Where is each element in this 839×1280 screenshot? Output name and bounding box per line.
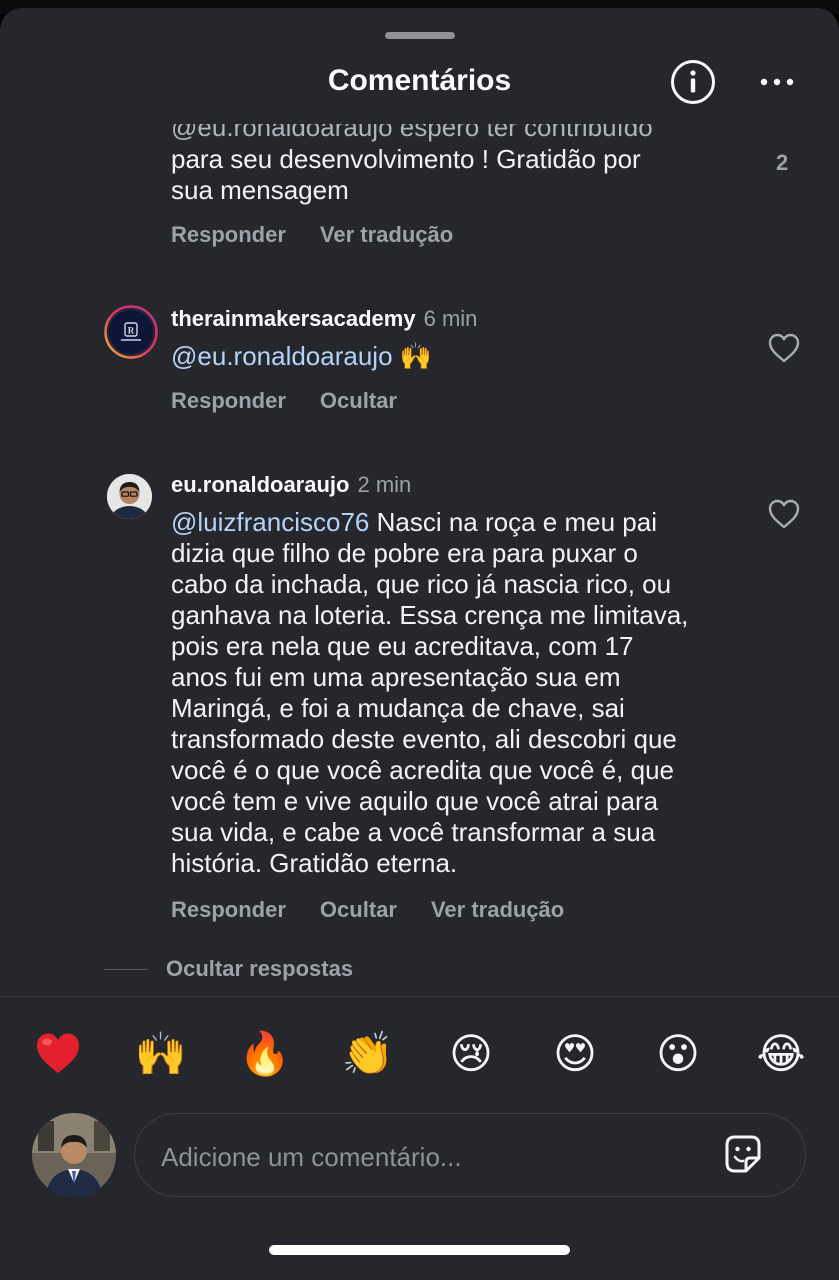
sheet-grabber[interactable]: [385, 32, 455, 39]
comment-input[interactable]: [159, 1136, 703, 1178]
comment-text-line: transformado deste evento, ali descobri …: [171, 724, 677, 754]
comment-actions: Responder Ver tradução: [171, 222, 453, 248]
sticker-icon[interactable]: [719, 1131, 767, 1179]
reply-button[interactable]: Responder: [171, 222, 286, 248]
username[interactable]: therainmakersacademy: [171, 306, 416, 332]
comment-header: eu.ronaldoaraujo 2 min: [171, 472, 411, 498]
like-count[interactable]: 2: [776, 150, 788, 176]
comment-composer: [134, 1113, 806, 1197]
comment-text-line: cabo da inchada, que rico já nascia rico…: [171, 569, 672, 599]
comment-actions: Responder Ocultar Ver tradução: [171, 897, 564, 923]
hide-replies-label: Ocultar respostas: [166, 956, 354, 981]
hide-button[interactable]: Ocultar: [320, 897, 397, 923]
reply-button[interactable]: Responder: [171, 897, 286, 923]
comment-text-line: dizia que filho de pobre era para puxar …: [171, 538, 638, 568]
comment-text-partial: @eu.ronaldoaraujo espero ter contribuído: [171, 124, 653, 142]
avatar[interactable]: [107, 474, 152, 519]
laughing-emoji-button[interactable]: 😂: [753, 1026, 809, 1082]
comment-text-line: sua mensagem: [171, 175, 349, 205]
comment-text-line: ganhava na loteria. Essa crença me limit…: [171, 600, 689, 630]
reply-button[interactable]: Responder: [171, 388, 286, 414]
more-horizontal-icon[interactable]: [756, 66, 798, 98]
comment-emoji: 🙌: [399, 342, 433, 372]
home-indicator[interactable]: [269, 1245, 570, 1255]
comment-text-line: para seu desenvolvimento ! Gratidão por: [171, 144, 641, 174]
heart-emoji-button[interactable]: [30, 1026, 86, 1082]
timestamp: 2 min: [357, 472, 412, 497]
heart-icon[interactable]: [767, 332, 801, 364]
comment-text-line: Maringá, e foi a mudança de chave, sai: [171, 693, 625, 723]
comments-sheet: Comentários @eu.ronaldoaraujo espero ter…: [0, 8, 839, 1280]
mention-link[interactable]: @luizfrancisco76: [171, 507, 369, 537]
svg-text:R: R: [128, 326, 135, 336]
divider: [0, 996, 839, 997]
hide-replies-button[interactable]: Ocultar respostas: [104, 956, 353, 982]
crying-emoji-button[interactable]: 😢: [443, 1026, 499, 1082]
surprised-emoji-button[interactable]: 😮: [650, 1026, 706, 1082]
comment-text-line: história. Gratidão eterna.: [171, 848, 458, 878]
mention-link[interactable]: @eu.ronaldoaraujo: [171, 341, 393, 371]
my-avatar[interactable]: [32, 1113, 116, 1197]
comment-header: therainmakersacademy 6 min: [171, 306, 477, 332]
red-heart-icon: [37, 1033, 79, 1073]
comment-list[interactable]: @eu.ronaldoaraujo espero ter contribuído…: [0, 124, 839, 1004]
comment-text-line: você tem e vive aquilo que você atrai pa…: [171, 786, 659, 816]
comment-text-line: pois era nela que eu acreditava, com 17: [171, 631, 634, 661]
timestamp: 6 min: [423, 306, 478, 331]
comment-text-line: @luizfrancisco76 Nasci na roça e meu pai: [171, 507, 657, 538]
fire-emoji-button[interactable]: 🔥: [237, 1026, 293, 1082]
raising-hands-emoji-button[interactable]: 🙌: [133, 1026, 189, 1082]
comment-text-line: você é o que você acredita que você é, q…: [171, 755, 675, 785]
heart-icon[interactable]: [767, 498, 801, 530]
heart-eyes-emoji-button[interactable]: 😍: [547, 1026, 603, 1082]
comment-text-line: anos fui em uma apresentação sua em: [171, 662, 621, 692]
comment-text-line: sua vida, e cabe a você transformar a su…: [171, 817, 656, 847]
comment-actions: Responder Ocultar: [171, 388, 397, 414]
clapping-emoji-button[interactable]: 👏: [340, 1026, 396, 1082]
avatar[interactable]: R: [104, 305, 158, 359]
emoji-reaction-bar: 🙌 🔥 👏 😢 😍 😮 😂: [0, 1026, 839, 1098]
see-translation-button[interactable]: Ver tradução: [431, 897, 564, 923]
info-circle-icon[interactable]: [670, 59, 716, 105]
divider: [104, 968, 148, 970]
hide-button[interactable]: Ocultar: [320, 388, 397, 414]
comment-text-first: Nasci na roça e meu pai: [376, 507, 657, 537]
see-translation-button[interactable]: Ver tradução: [320, 222, 453, 248]
username[interactable]: eu.ronaldoaraujo: [171, 472, 349, 498]
comment-text: @eu.ronaldoaraujo 🙌: [171, 341, 432, 373]
